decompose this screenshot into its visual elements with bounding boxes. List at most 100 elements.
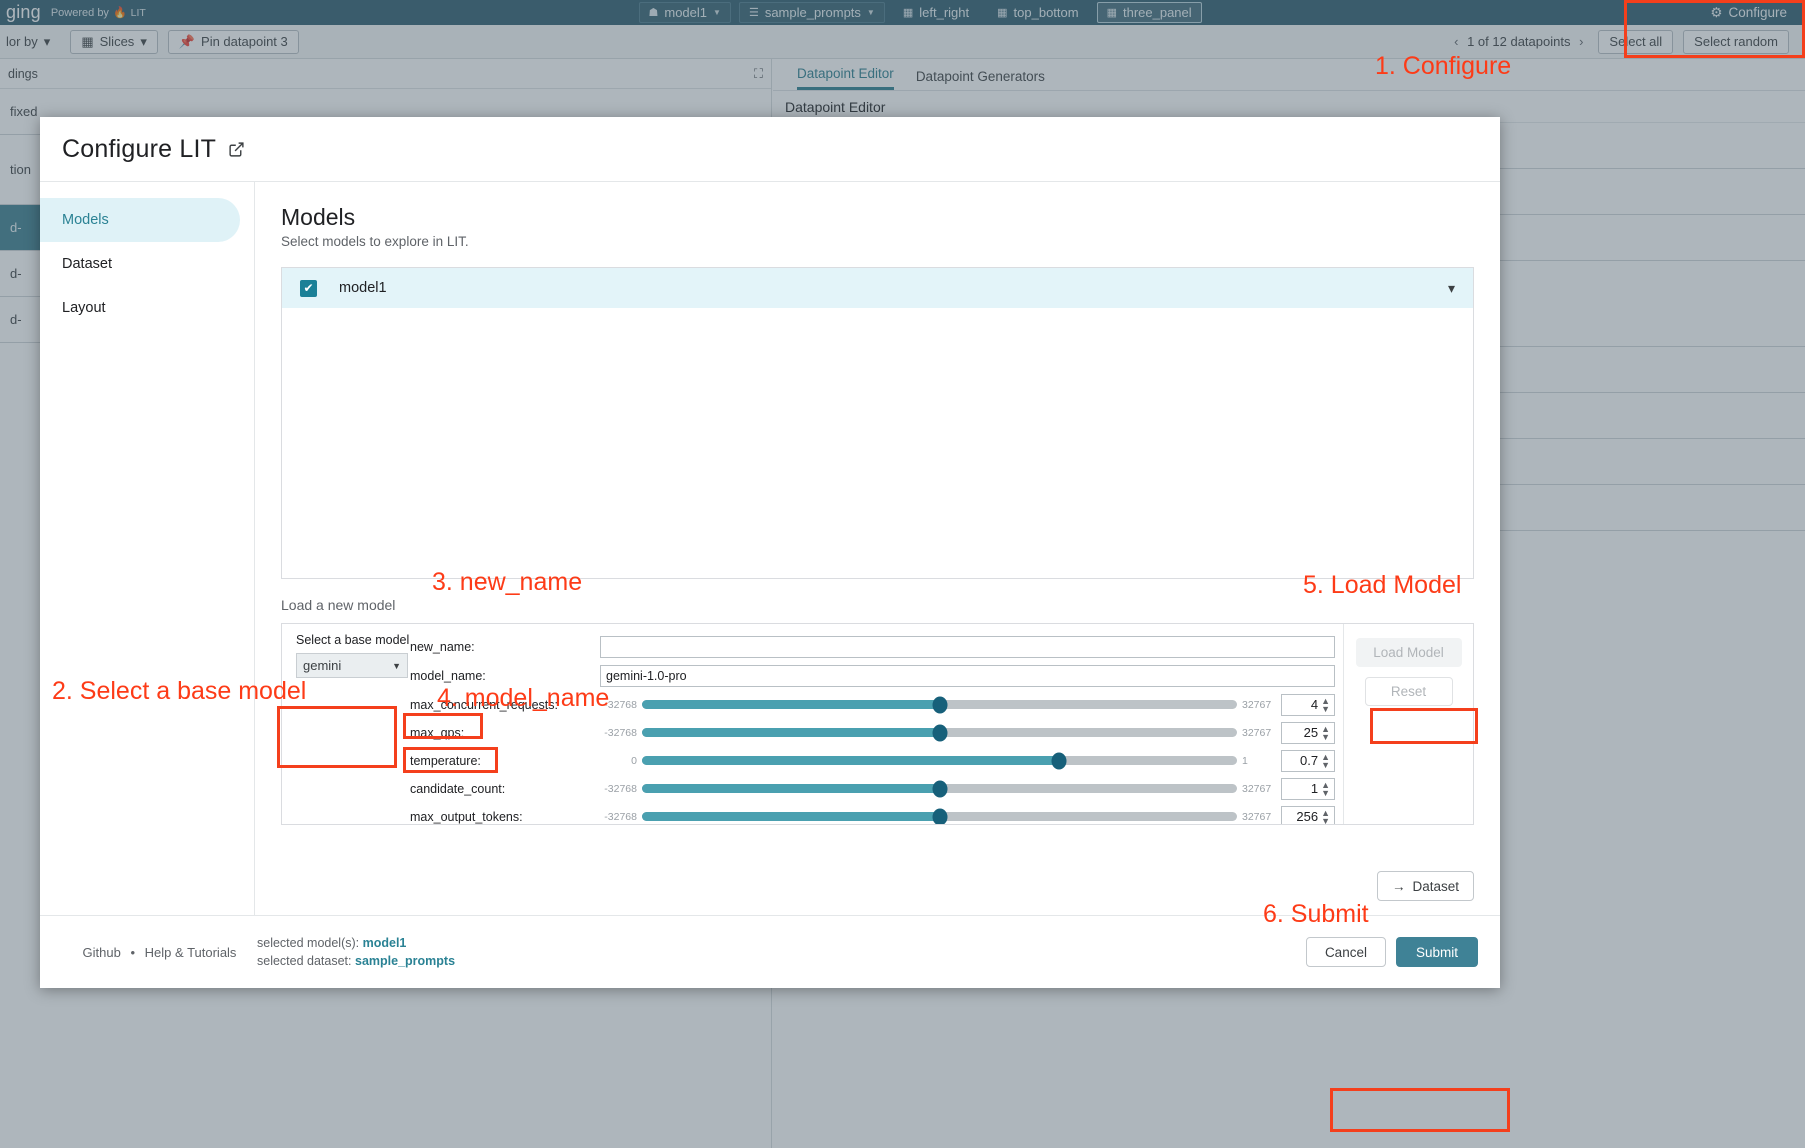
max-output-tokens-slider[interactable] xyxy=(642,812,1237,821)
max-output-tokens-label: max_output_tokens: xyxy=(410,810,600,824)
temperature-label: temperature: xyxy=(410,754,600,768)
section-title: Models xyxy=(281,204,1474,231)
candidate-count-label: candidate_count: xyxy=(410,782,600,796)
annotation-label-4: 4. model_name xyxy=(437,684,609,713)
base-model-column: Select a base model gemini ▼ xyxy=(282,624,410,824)
goto-dataset-label: Dataset xyxy=(1412,879,1459,894)
slider-knob[interactable] xyxy=(932,724,947,741)
dialog-title: Configure LIT xyxy=(62,135,216,164)
github-link[interactable]: Github xyxy=(83,945,121,960)
max-qps-number-input[interactable]: 25 ▲▼ xyxy=(1281,722,1335,744)
temperature-number-input[interactable]: 0.7 ▲▼ xyxy=(1281,750,1335,772)
slider-max-value: 32767 xyxy=(1237,811,1281,823)
base-model-label: Select a base model xyxy=(296,633,400,647)
footer-status: selected model(s): model1 selected datas… xyxy=(257,934,455,970)
sidebar-item-label: Dataset xyxy=(62,256,112,272)
sidebar-item-layout[interactable]: Layout xyxy=(40,286,240,330)
loader-actions-column: Load Model Reset xyxy=(1343,624,1473,824)
annotation-label-2: 2. Select a base model xyxy=(52,677,306,706)
dialog-sidebar: Models Dataset Layout xyxy=(40,182,255,915)
load-new-model-label: Load a new model xyxy=(281,597,1474,613)
submit-button[interactable]: Submit xyxy=(1396,937,1478,967)
candidate-count-slider[interactable] xyxy=(642,784,1237,793)
annotation-label-3: 3. new_name xyxy=(432,568,582,597)
annotation-label-1: 1. Configure xyxy=(1375,52,1511,81)
candidate-count-number-input[interactable]: 1 ▲▼ xyxy=(1281,778,1335,800)
temperature-slider[interactable] xyxy=(642,756,1237,765)
number-value: 256 xyxy=(1296,809,1318,824)
slider-max-value: 1 xyxy=(1237,755,1281,767)
slider-row-candidate-count: candidate_count: -32768 32767 1 ▲▼ xyxy=(410,776,1343,801)
new-name-input[interactable] xyxy=(600,636,1335,658)
number-value: 4 xyxy=(1311,697,1318,712)
footer-links: Github • Help & Tutorials xyxy=(62,945,257,960)
chevron-down-icon: ▼ xyxy=(392,661,401,671)
selected-dataset-row: selected dataset: sample_prompts xyxy=(257,952,455,970)
stepper-icon[interactable]: ▲▼ xyxy=(1321,809,1330,825)
dialog-main-content: Models Select models to explore in LIT. … xyxy=(255,182,1500,915)
model-list-item-label: model1 xyxy=(339,280,387,296)
goto-dataset-button[interactable]: → Dataset xyxy=(1377,871,1474,901)
screen-root: ging Powered by 🔥 LIT ☗ model1 ▼ ☰ sampl… xyxy=(0,0,1805,1148)
stepper-icon[interactable]: ▲▼ xyxy=(1321,725,1330,741)
annotation-label-6: 6. Submit xyxy=(1263,900,1369,929)
max-output-tokens-number-input[interactable]: 256 ▲▼ xyxy=(1281,806,1335,826)
arrow-right-icon: → xyxy=(1392,879,1406,894)
base-model-select[interactable]: gemini ▼ xyxy=(296,653,408,678)
model-list-item[interactable]: ✔ model1 ▾ xyxy=(282,268,1473,308)
slider-fill xyxy=(642,756,1059,765)
dialog-header: Configure LIT xyxy=(40,117,1500,182)
stepper-icon[interactable]: ▲▼ xyxy=(1321,697,1330,713)
slider-row-temperature: temperature: 0 1 0.7 ▲▼ xyxy=(410,748,1343,773)
stepper-icon[interactable]: ▲▼ xyxy=(1321,781,1330,797)
reset-button[interactable]: Reset xyxy=(1365,677,1453,706)
slider-knob[interactable] xyxy=(932,696,947,713)
selected-models-label: selected model(s): xyxy=(257,936,359,950)
slider-fill xyxy=(642,700,940,709)
annotation-label-5: 5. Load Model xyxy=(1303,571,1461,600)
help-tutorials-link[interactable]: Help & Tutorials xyxy=(145,945,237,960)
sidebar-item-label: Models xyxy=(62,212,109,228)
slider-max-value: 32767 xyxy=(1237,783,1281,795)
stepper-icon[interactable]: ▲▼ xyxy=(1321,753,1330,769)
slider-knob[interactable] xyxy=(1051,752,1066,769)
external-link-icon[interactable] xyxy=(228,141,245,158)
max-qps-label: max_qps: xyxy=(410,726,600,740)
slider-knob[interactable] xyxy=(932,808,947,825)
models-list: ✔ model1 ▾ xyxy=(281,267,1474,579)
model-checkbox[interactable]: ✔ xyxy=(300,280,317,297)
selected-models-value[interactable]: model1 xyxy=(363,936,407,950)
slider-knob[interactable] xyxy=(932,780,947,797)
slider-row-max-output-tokens: max_output_tokens: -32768 32767 256 ▲▼ xyxy=(410,804,1343,825)
model-name-input[interactable]: gemini-1.0-pro xyxy=(600,665,1335,687)
slider-fill xyxy=(642,784,940,793)
slider-max-value: 32767 xyxy=(1237,727,1281,739)
chevron-down-icon[interactable]: ▾ xyxy=(1448,280,1455,297)
max-concurrent-requests-slider[interactable] xyxy=(642,700,1237,709)
slider-min-value: -32768 xyxy=(600,783,642,795)
slider-min-value: -32768 xyxy=(600,727,642,739)
field-row-new-name: new_name: xyxy=(410,634,1343,659)
slider-fill xyxy=(642,812,940,821)
selected-dataset-label: selected dataset: xyxy=(257,954,352,968)
slider-row-max-qps: max_qps: -32768 32767 25 ▲▼ xyxy=(410,720,1343,745)
model-name-label: model_name: xyxy=(410,669,600,683)
dialog-body: Models Dataset Layout Models Select mode… xyxy=(40,182,1500,915)
configure-lit-dialog: Configure LIT Models Dataset Layout xyxy=(40,117,1500,988)
max-qps-slider[interactable] xyxy=(642,728,1237,737)
load-model-button[interactable]: Load Model xyxy=(1356,638,1462,667)
max-concurrent-requests-number-input[interactable]: 4 ▲▼ xyxy=(1281,694,1335,716)
selected-dataset-value[interactable]: sample_prompts xyxy=(355,954,455,968)
number-value: 0.7 xyxy=(1300,753,1318,768)
sidebar-item-models[interactable]: Models xyxy=(40,198,240,242)
new-name-label: new_name: xyxy=(410,640,600,654)
footer-separator: • xyxy=(124,945,141,960)
selected-models-row: selected model(s): model1 xyxy=(257,934,455,952)
slider-min-value: -32768 xyxy=(600,811,642,823)
slider-min-value: 0 xyxy=(600,755,642,767)
sidebar-item-dataset[interactable]: Dataset xyxy=(40,242,240,286)
sidebar-item-label: Layout xyxy=(62,300,106,316)
section-subtitle: Select models to explore in LIT. xyxy=(281,234,1474,249)
cancel-button[interactable]: Cancel xyxy=(1306,937,1386,967)
slider-max-value: 32767 xyxy=(1237,699,1281,711)
